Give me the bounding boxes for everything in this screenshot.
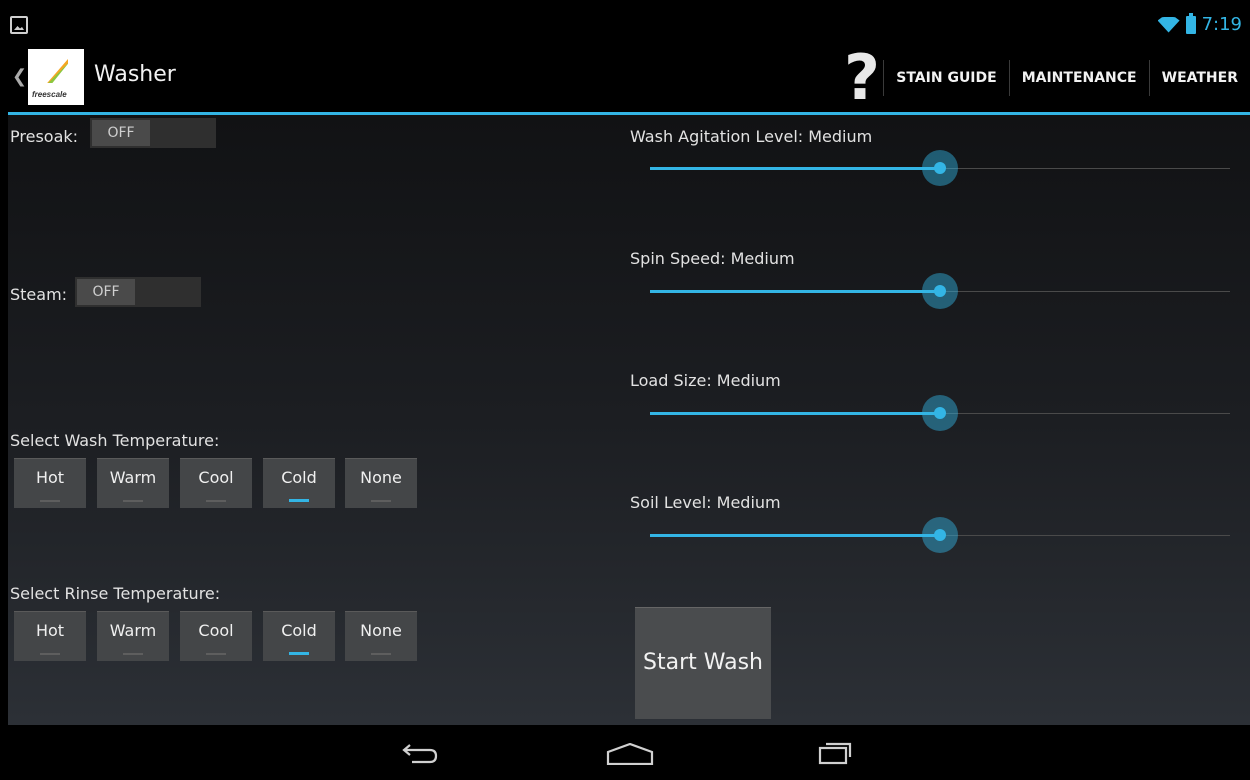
agitation-label: Wash Agitation Level: Medium: [630, 127, 873, 146]
recent-apps-icon[interactable]: [818, 739, 854, 765]
action-bar: ❮ freescale Washer ? STAIN GUIDE MAINTEN…: [8, 42, 1250, 115]
clock: 7:19: [1201, 14, 1242, 35]
steam-toggle-state: OFF: [77, 279, 135, 305]
soil-level-slider-fill: [650, 534, 940, 537]
wash-temp-cold[interactable]: Cold: [263, 458, 335, 508]
spin-speed-slider-fill: [650, 290, 940, 293]
up-chevron-icon[interactable]: ❮: [12, 66, 27, 87]
agitation-slider-thumb[interactable]: [922, 150, 958, 186]
load-size-slider-thumb[interactable]: [922, 395, 958, 431]
presoak-label: Presoak:: [10, 127, 79, 146]
rinse-temp-cool[interactable]: Cool: [180, 611, 252, 661]
freescale-logo-icon: [47, 59, 68, 83]
rinse-temp-none[interactable]: None: [345, 611, 417, 661]
rinse-temp-cold[interactable]: Cold: [263, 611, 335, 661]
steam-label: Steam:: [10, 285, 68, 304]
washer-screen: 7:19 ❮ freescale Washer ? STAIN GUIDE MA…: [8, 8, 1250, 780]
navigation-bar: [8, 725, 1250, 780]
status-icons: 7:19: [1157, 12, 1242, 35]
load-size-slider-fill: [650, 412, 940, 415]
steam-toggle[interactable]: OFF: [75, 277, 201, 307]
soil-level-slider-thumb[interactable]: [922, 517, 958, 553]
rinse-temp-label: Select Rinse Temperature:: [10, 584, 221, 603]
soil-level-slider[interactable]: [650, 517, 1230, 553]
app-title: Washer: [94, 62, 176, 87]
action-menu: STAIN GUIDE MAINTENANCE WEATHER: [883, 60, 1250, 96]
back-icon[interactable]: [400, 739, 440, 765]
wash-temp-none[interactable]: None: [345, 458, 417, 508]
presoak-toggle[interactable]: OFF: [90, 118, 216, 148]
image-notification-icon: [10, 16, 28, 34]
home-icon[interactable]: [606, 743, 654, 765]
logo-text: freescale: [32, 90, 67, 99]
wash-temp-hot[interactable]: Hot: [14, 458, 86, 508]
spin-speed-label: Spin Speed: Medium: [630, 249, 795, 268]
spin-speed-slider[interactable]: [650, 273, 1230, 309]
app-logo[interactable]: freescale: [28, 49, 84, 105]
wash-temp-warm[interactable]: Warm: [97, 458, 169, 508]
soil-level-label: Soil Level: Medium: [630, 493, 781, 512]
agitation-slider-fill: [650, 167, 940, 170]
battery-icon: [1185, 12, 1196, 34]
help-question-icon[interactable]: ?: [844, 46, 880, 110]
wash-temp-cool[interactable]: Cool: [180, 458, 252, 508]
spin-speed-slider-thumb[interactable]: [922, 273, 958, 309]
stain-guide-button[interactable]: STAIN GUIDE: [883, 60, 1008, 96]
agitation-slider[interactable]: [650, 150, 1230, 186]
status-bar: 7:19: [8, 8, 1250, 42]
weather-button[interactable]: WEATHER: [1148, 60, 1250, 96]
start-wash-button[interactable]: Start Wash: [635, 607, 771, 719]
rinse-temp-hot[interactable]: Hot: [14, 611, 86, 661]
presoak-toggle-state: OFF: [92, 120, 150, 146]
washer-controls: Presoak: OFF Steam: OFF Select Wash Temp…: [8, 115, 1250, 725]
wifi-icon: [1157, 16, 1180, 33]
maintenance-button[interactable]: MAINTENANCE: [1008, 60, 1149, 96]
wash-temp-label: Select Wash Temperature:: [10, 431, 220, 450]
load-size-label: Load Size: Medium: [630, 371, 781, 390]
rinse-temp-warm[interactable]: Warm: [97, 611, 169, 661]
load-size-slider[interactable]: [650, 395, 1230, 431]
